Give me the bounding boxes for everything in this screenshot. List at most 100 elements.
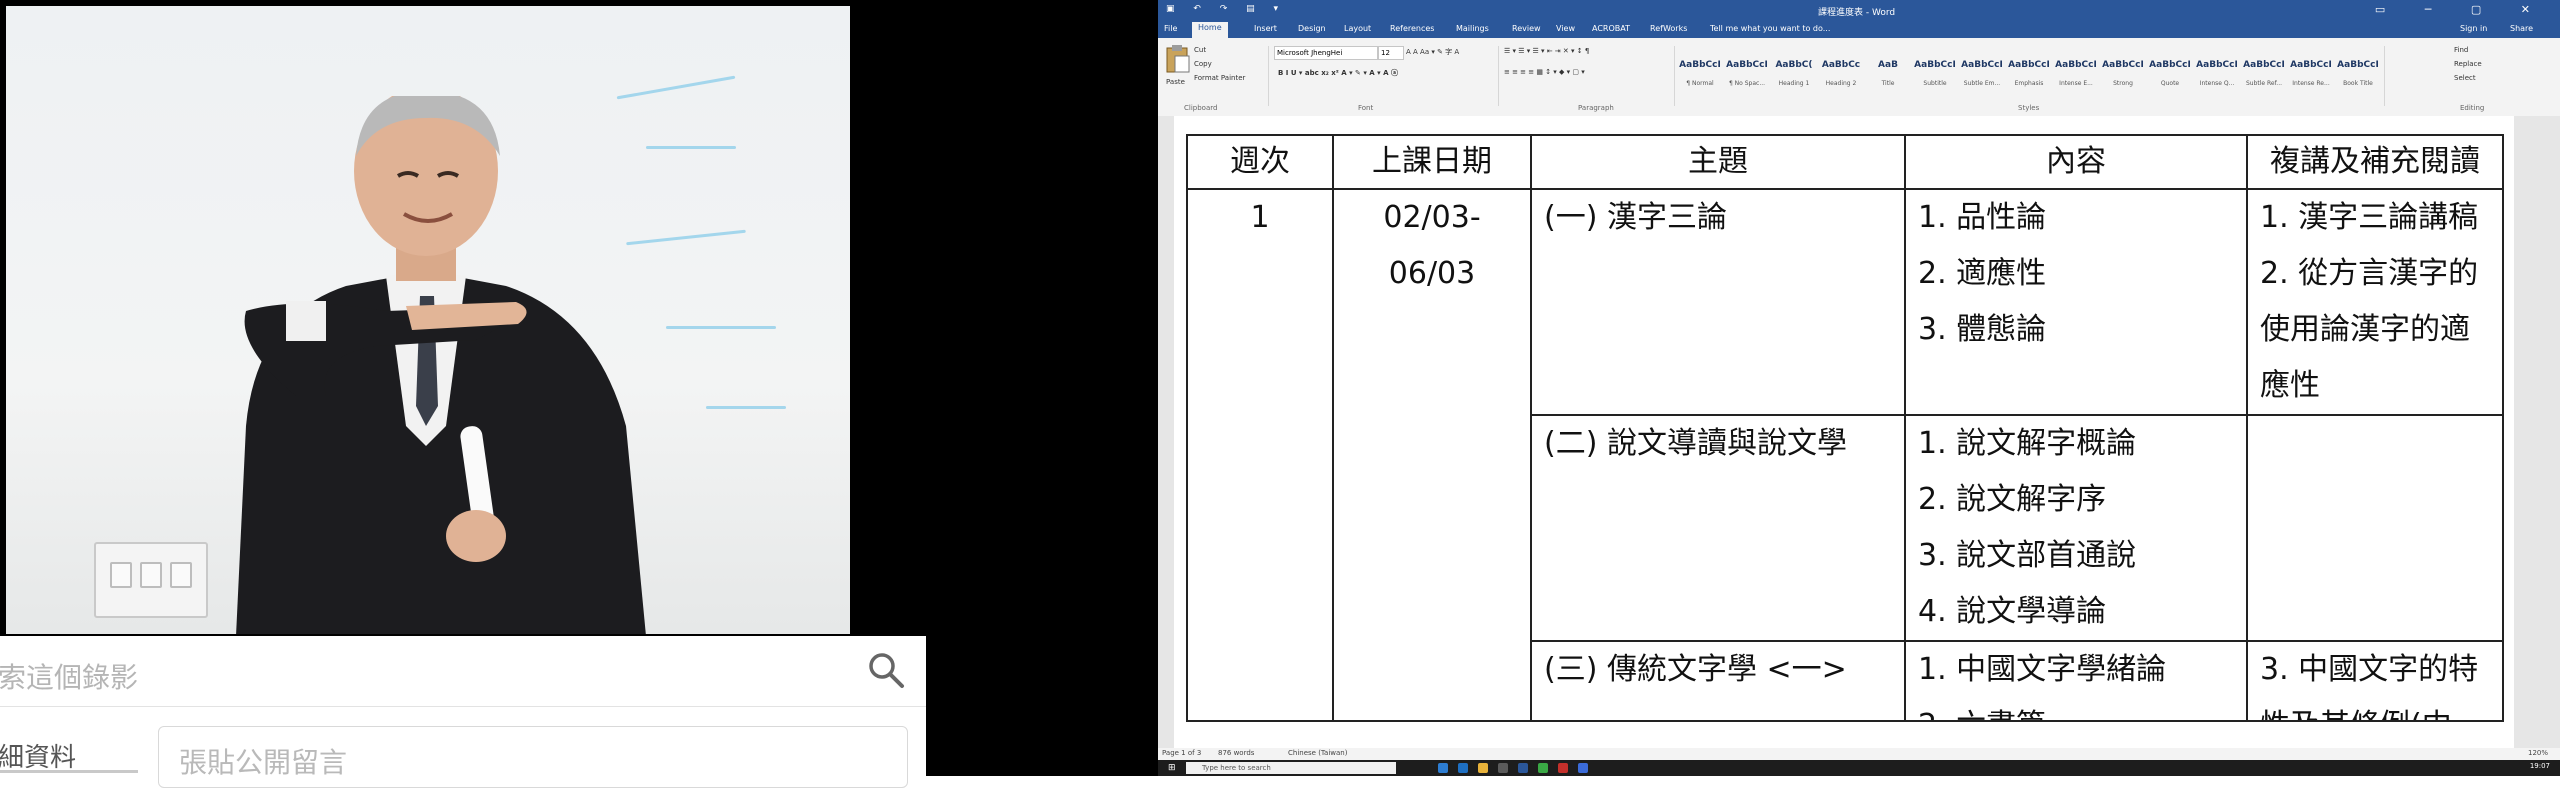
reading-cell: 1. 漢字三論講稿 2. 從方言漢字的 使用論漢字的適 應性 <box>2246 188 2504 416</box>
file-explorer-icon[interactable] <box>1478 763 1488 773</box>
topic-title: (一) 漢字三論 <box>1544 200 1727 235</box>
style-tile[interactable]: AaBbCcI ¶ Normal <box>1678 60 1722 96</box>
list-buttons[interactable]: ☰ ▾ ☰ ▾ ☰ ▾ ⇤ ⇥ ✕ ▾ ↕ ¶ <box>1504 47 1589 55</box>
style-sample: AaBbCcI <box>2008 60 2050 70</box>
tab-insert[interactable]: Insert <box>1254 24 1277 33</box>
taskview-icon[interactable] <box>1438 763 1448 773</box>
tell-me-search[interactable]: Tell me what you want to do... <box>1710 24 1830 33</box>
header-reading: 複講及補充閱讀 <box>2246 134 2504 190</box>
select-button[interactable]: Select <box>2454 74 2476 82</box>
details-tab-indicator <box>0 770 138 773</box>
style-tile[interactable]: AaBbCcI Subtle Ref... <box>2242 60 2286 96</box>
store-icon[interactable] <box>1498 763 1508 773</box>
search-icon[interactable] <box>866 650 906 690</box>
style-sample: AaBbCcI <box>2337 60 2379 70</box>
style-tile[interactable]: AaB Title <box>1866 60 1910 96</box>
font-size-select[interactable]: 12 <box>1378 46 1404 60</box>
topic-cell: (三) 傳統文字學 <一> <box>1530 640 1906 722</box>
style-sample: AaBbCcI <box>2149 60 2191 70</box>
public-comment-input[interactable]: 張貼公開留言 <box>158 726 908 788</box>
style-tile[interactable]: AaBbCcI Book Title <box>2336 60 2380 96</box>
week-cell: 1 <box>1186 188 1334 722</box>
word-count[interactable]: 876 words <box>1218 749 1254 757</box>
chrome-icon[interactable] <box>1538 763 1548 773</box>
tab-acrobat[interactable]: ACROBAT <box>1592 24 1630 33</box>
ribbon-tabs: File Home Insert Design Layout Reference… <box>1158 20 2560 40</box>
replace-button[interactable]: Replace <box>2454 60 2482 68</box>
lecturer-figure <box>236 96 646 634</box>
style-tile[interactable]: AaBbCcI Subtle Em... <box>1960 60 2004 96</box>
style-sample: AaBbCcI <box>2243 60 2285 70</box>
style-sample: AaBbCcI <box>2290 60 2332 70</box>
quick-access-toolbar[interactable]: ▣ ↶ ↷ ▤ ▾ <box>1166 4 1286 14</box>
taskbar: ⊞ Type here to search 19:07 <box>1158 760 2560 776</box>
style-tile[interactable]: AaBbC(Heading 1 <box>1772 60 1816 96</box>
alignment-buttons[interactable]: ≡ ≡ ≡ ≡ ▦ ↕ ▾ ◆ ▾ ▢ ▾ <box>1504 68 1585 76</box>
tab-file[interactable]: File <box>1164 24 1177 33</box>
style-tile[interactable]: AaBbCcI Subtitle <box>1913 60 1957 96</box>
clipboard-group-label: Clipboard <box>1184 104 1218 112</box>
taskbar-search[interactable]: Type here to search <box>1186 762 1396 774</box>
reading-item: 性及其條例(中 <box>2260 698 2490 720</box>
reading-item: 1. 漢字三論講稿 <box>2260 200 2479 235</box>
style-tile[interactable]: AaBbCcI Intense Q... <box>2195 60 2239 96</box>
content-item: 1. 說文解字概論 <box>1918 426 2137 461</box>
find-button[interactable]: Find <box>2454 46 2468 54</box>
paste-icon[interactable] <box>1164 44 1190 74</box>
syllabus-table: 週次 上課日期 主題 內容 複講及補充閱讀 1 02/03- 06/03 (一)… <box>1186 134 2504 722</box>
editing-group-label: Editing <box>2460 104 2485 112</box>
cut-button[interactable]: Cut <box>1194 46 1206 54</box>
language-indicator[interactable]: Chinese (Taiwan) <box>1288 749 1347 757</box>
tab-layout[interactable]: Layout <box>1344 24 1371 33</box>
style-name: Subtitle <box>1923 80 1947 87</box>
share-button[interactable]: Share <box>2510 24 2533 33</box>
topic-title: (二) 說文導讀與說文學 <box>1544 426 1847 461</box>
copy-button[interactable]: Copy <box>1194 60 1212 68</box>
format-painter-button[interactable]: Format Painter <box>1194 74 1245 82</box>
details-tab[interactable]: 細資料 <box>0 737 76 774</box>
tab-mailings[interactable]: Mailings <box>1456 24 1489 33</box>
style-tile[interactable]: AaBbCcI Intense Re... <box>2289 60 2333 96</box>
style-tile[interactable]: AaBbCcI Emphasis <box>2007 60 2051 96</box>
date-cell: 02/03- 06/03 <box>1332 188 1532 722</box>
content-item: 3. 說文部首通說 <box>1918 538 2137 573</box>
windows-start-icon[interactable]: ⊞ <box>1168 763 1178 773</box>
tab-design[interactable]: Design <box>1298 24 1326 33</box>
page-count[interactable]: Page 1 of 3 <box>1162 749 1201 757</box>
lecture-video[interactable] <box>0 0 926 636</box>
style-tile[interactable]: AaBbCcI Strong <box>2101 60 2145 96</box>
tab-view[interactable]: View <box>1556 24 1575 33</box>
style-sample: AaB <box>1878 60 1898 70</box>
status-bar: Page 1 of 3 876 words Chinese (Taiwan) 1… <box>1158 748 2560 760</box>
zoom-level[interactable]: 120% <box>2528 749 2548 757</box>
style-sample: AaBbCc <box>1821 60 1861 70</box>
text-format-buttons[interactable]: B I U ▾ abc x₂ x² A ▾ ✎ ▾ A ▾ A ⓐ <box>1278 68 1398 78</box>
document-page[interactable]: 週次 上課日期 主題 內容 複講及補充閱讀 1 02/03- 06/03 (一)… <box>1174 116 2514 748</box>
style-tile[interactable]: AaBbCcI Intense E... <box>2054 60 2098 96</box>
font-name-select[interactable]: Microsoft JhengHei <box>1274 46 1378 60</box>
style-name: ¶ No Spac... <box>1728 80 1766 87</box>
date-line: 02/03- <box>1383 200 1481 235</box>
table-header-row: 週次 上課日期 主題 內容 複講及補充閱讀 <box>1186 134 2504 190</box>
recording-search-input[interactable]: 索這個錄影 <box>0 656 138 696</box>
topic-cell: (一) 漢字三論 <box>1530 188 1906 416</box>
style-tile[interactable]: AaBbCcI Quote <box>2148 60 2192 96</box>
content-item: 2. 六書篇 <box>1918 698 2234 720</box>
style-tile[interactable]: AaBbCc Heading 2 <box>1819 60 1863 96</box>
edge-icon[interactable] <box>1458 763 1468 773</box>
style-sample: AaBbC( <box>1775 60 1813 70</box>
paragraph-group-label: Paragraph <box>1578 104 1614 112</box>
word-app-icon[interactable] <box>1518 763 1528 773</box>
tab-references[interactable]: References <box>1390 24 1434 33</box>
style-tile[interactable]: AaBbCcI ¶ No Spac... <box>1725 60 1769 96</box>
app-icon[interactable] <box>1578 763 1588 773</box>
sign-in-link[interactable]: Sign in <box>2460 24 2487 33</box>
window-controls[interactable]: ▭ ─ ▢ ✕ <box>2375 3 2548 16</box>
font-grow-shrink-icons[interactable]: A A Aa ▾ ✎ 字 A <box>1406 47 1459 57</box>
acrobat-icon[interactable] <box>1558 763 1568 773</box>
tab-refworks[interactable]: RefWorks <box>1650 24 1687 33</box>
ribbon-separator <box>1674 46 1675 106</box>
tab-review[interactable]: Review <box>1512 24 1541 33</box>
content-item: 3. 體態論 <box>1918 312 2047 347</box>
paste-label[interactable]: Paste <box>1166 78 1185 86</box>
